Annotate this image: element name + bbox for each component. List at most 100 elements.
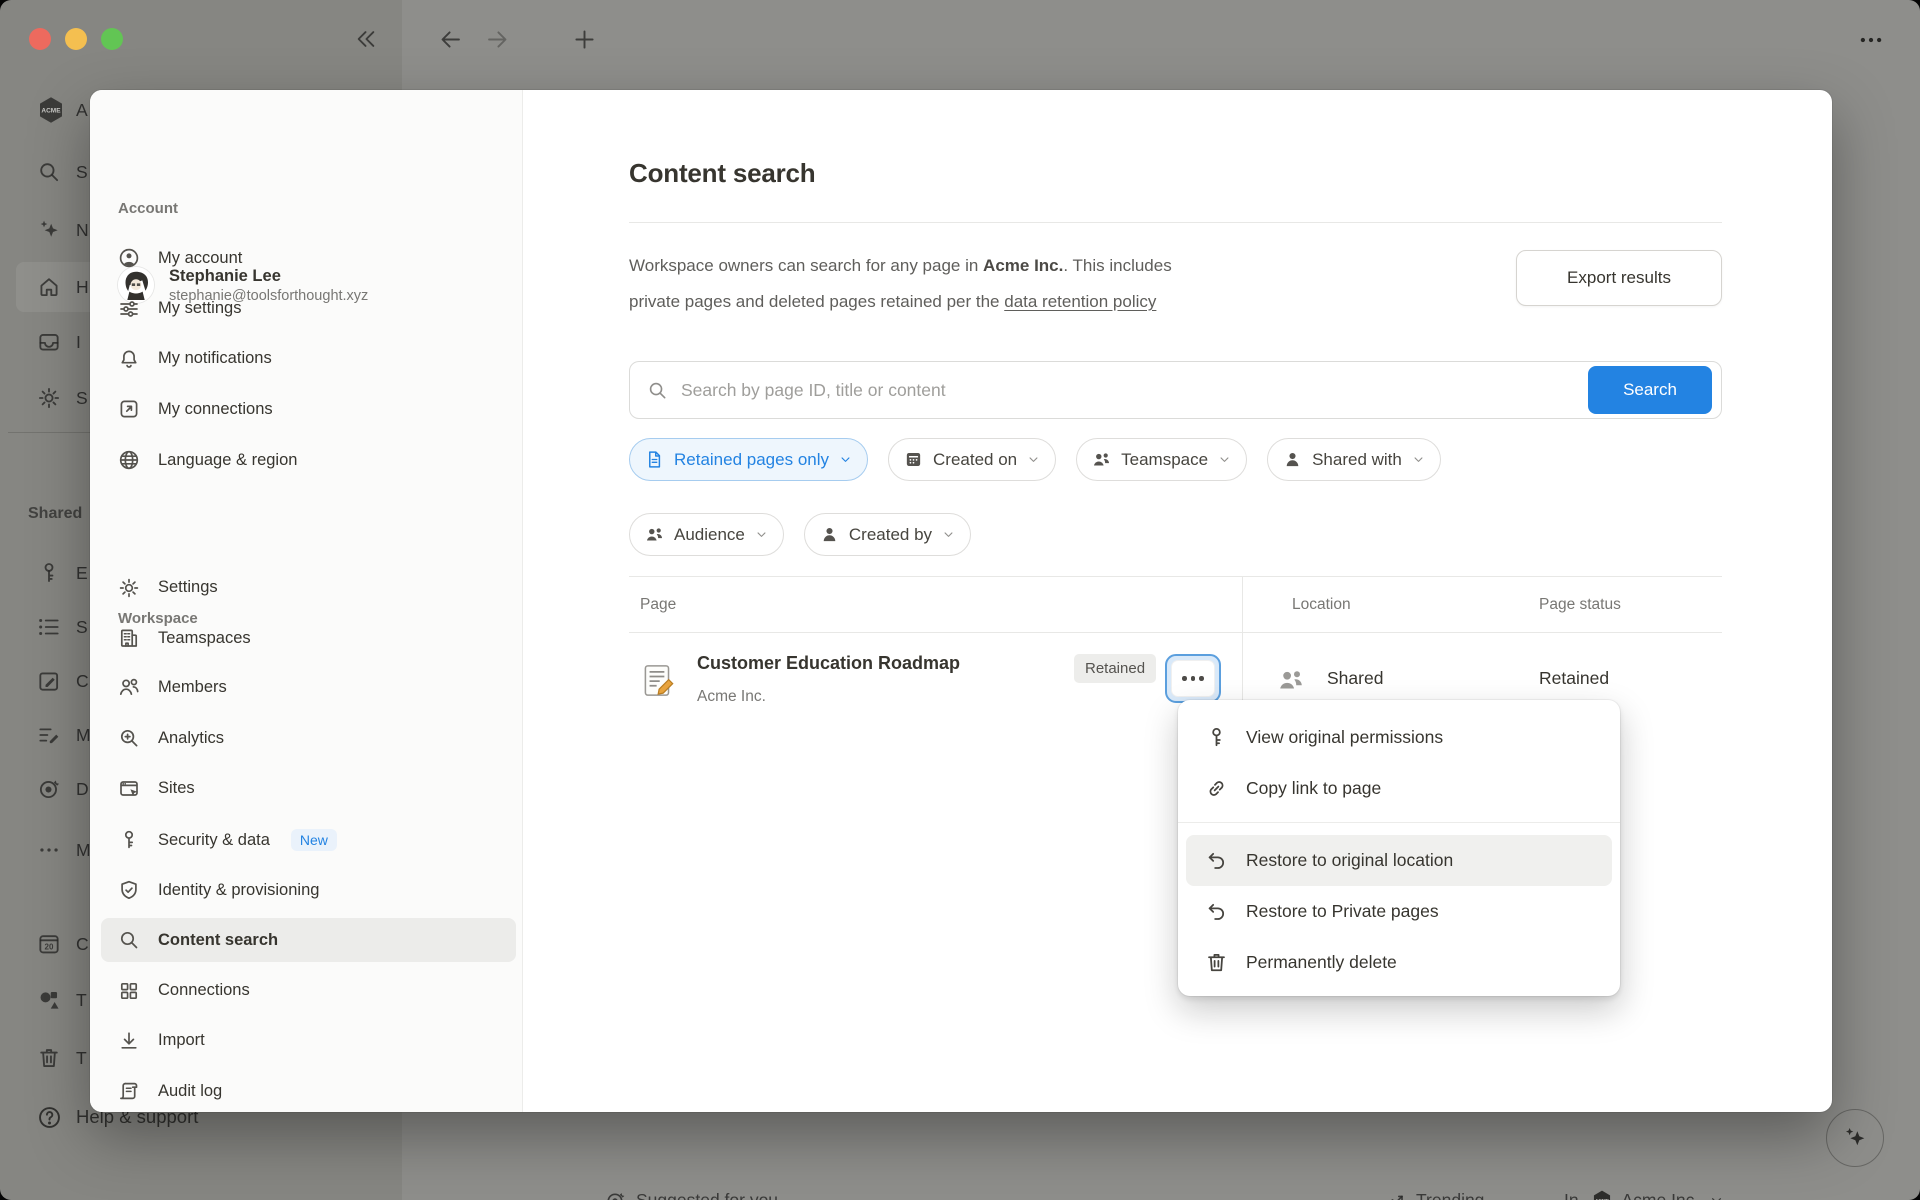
menu-item-label: Permanently delete (1246, 952, 1397, 973)
menu-item-label: Restore to original location (1246, 850, 1453, 871)
sidebar-item-connections[interactable]: Connections (101, 969, 516, 1013)
filter-chip-teamspace[interactable]: Teamspace (1076, 438, 1247, 481)
more-horizontal-icon (1856, 25, 1886, 55)
export-results-button[interactable]: Export results (1516, 250, 1722, 306)
sidebar-item-my-connections[interactable]: My connections (101, 387, 516, 431)
row-more-button[interactable] (1165, 654, 1221, 703)
grid-icon (117, 979, 141, 1003)
backdrop-notion-ai[interactable]: N (36, 214, 62, 246)
sidebar-item-identity-provisioning[interactable]: Identity & provisioning (101, 868, 516, 912)
sliders-icon (117, 297, 141, 321)
page-workspace: Acme Inc. (697, 688, 766, 706)
shield-check-icon (117, 878, 141, 902)
suggested-for-you-tab[interactable]: Suggested for you (604, 1178, 778, 1200)
back-arrow-button[interactable] (437, 26, 464, 53)
column-divider (1242, 576, 1243, 712)
dots-icon (36, 837, 62, 863)
table-header-divider (629, 632, 1722, 633)
search-icon (646, 379, 669, 402)
chevron-down-icon (1708, 1192, 1725, 1200)
trending-tab[interactable]: Trending (1384, 1178, 1484, 1200)
settings-sidebar: Account Stephanie Lee stephanie@toolsfor… (90, 90, 523, 1112)
close-window-button[interactable] (29, 28, 51, 50)
app-window: ACMEASNHISSharedESCMDM20CTTHelp & suppor… (0, 0, 1920, 1200)
backdrop-shared-page-2[interactable]: S (36, 611, 62, 643)
search-icon (117, 928, 141, 952)
gear-icon (36, 385, 62, 411)
backdrop-settings[interactable]: S (36, 382, 62, 414)
screen: ACMEASNHISSharedESCMDM20CTTHelp & suppor… (0, 0, 1920, 1200)
target-icon (604, 1189, 627, 1200)
target-icon (36, 776, 62, 802)
backdrop-trash[interactable]: T (36, 1042, 62, 1074)
menu-item-copy-link-to-page[interactable]: Copy link to page (1186, 763, 1612, 814)
menu-item-view-original-permissions[interactable]: View original permissions (1186, 712, 1612, 763)
filter-chip-audience[interactable]: Audience (629, 513, 784, 556)
sidebar-item-my-settings[interactable]: My settings (101, 287, 516, 331)
download-icon (117, 1029, 141, 1053)
retained-badge: Retained (1074, 654, 1156, 683)
search-button[interactable]: Search (1588, 366, 1712, 414)
new-badge: New (291, 829, 337, 851)
forward-arrow-button[interactable] (484, 26, 511, 53)
menu-item-restore-to-original-location[interactable]: Restore to original location (1186, 835, 1612, 886)
backdrop-workspace-logo[interactable]: ACMEA (36, 94, 66, 126)
sidebar-item-my-notifications[interactable]: My notifications (101, 337, 516, 381)
sidebar-item-label: Members (158, 678, 227, 697)
sidebar-item-security-data[interactable]: Security & dataNew (101, 818, 516, 862)
filter-chip-created-on[interactable]: Created on (888, 438, 1056, 481)
sidebar-item-analytics[interactable]: Analytics (101, 716, 516, 760)
sidebar-item-teamspaces[interactable]: Teamspaces (101, 616, 516, 660)
sidebar-item-audit-log[interactable]: Audit log (101, 1069, 516, 1112)
page-title-cell[interactable]: Customer Education Roadmap (697, 653, 960, 674)
menu-item-restore-to-private-pages[interactable]: Restore to Private pages (1186, 886, 1612, 937)
person-fill-icon (819, 524, 840, 545)
minimize-window-button[interactable] (65, 28, 87, 50)
suggested-label: Suggested for you (636, 1190, 778, 1200)
backdrop-shared-page-5[interactable]: D (36, 773, 62, 805)
ai-assistant-button[interactable] (1826, 1109, 1884, 1167)
filter-chip-label: Audience (674, 525, 745, 545)
page-memo-icon (640, 662, 677, 699)
backdrop-calendar[interactable]: 20C (36, 928, 62, 960)
title-divider (629, 222, 1722, 223)
arrow-box-icon (117, 397, 141, 421)
filter-chip-retained-pages-only[interactable]: Retained pages only (629, 438, 868, 481)
collapse-sidebar-button[interactable] (353, 26, 379, 52)
sidebar-item-language-region[interactable]: Language & region (101, 438, 516, 482)
sidebar-item-content-search[interactable]: Content search (101, 918, 516, 962)
gear-icon (117, 576, 141, 600)
trending-icon (1384, 1189, 1407, 1200)
backdrop-shared-page-3[interactable]: C (36, 665, 62, 697)
backdrop-shared-page-1[interactable]: E (36, 557, 62, 589)
filter-chip-created-by[interactable]: Created by (804, 513, 971, 556)
backdrop-shared-page-4[interactable]: M (36, 719, 62, 751)
browser-icon (117, 777, 141, 801)
backdrop-shared-page-6[interactable]: M (36, 834, 62, 866)
sidebar-item-my-account[interactable]: My account (101, 236, 516, 280)
backdrop-inbox[interactable]: I (36, 326, 62, 358)
menu-item-permanently-delete[interactable]: Permanently delete (1186, 937, 1612, 988)
sidebar-item-settings[interactable]: Settings (101, 566, 516, 610)
chevron-down-icon (1026, 452, 1041, 467)
trash-line-icon (36, 1045, 62, 1071)
data-retention-policy-link[interactable]: data retention policy (1004, 292, 1156, 311)
zoom-window-button[interactable] (101, 28, 123, 50)
sidebar-item-members[interactable]: Members (101, 665, 516, 709)
filter-chip-label: Created by (849, 525, 932, 545)
more-horizontal-button[interactable] (1856, 25, 1886, 55)
new-tab-plus-button[interactable] (571, 26, 598, 53)
filter-chip-shared-with[interactable]: Shared with (1267, 438, 1441, 481)
new-tab-plus-icon (571, 26, 598, 53)
sidebar-item-import[interactable]: Import (101, 1019, 516, 1063)
backdrop-templates[interactable]: T (36, 984, 62, 1016)
menu-item-label: View original permissions (1246, 727, 1443, 748)
sidebar-item-sites[interactable]: Sites (101, 767, 516, 811)
backdrop-home[interactable]: H (36, 271, 62, 303)
key-line-icon (36, 560, 62, 586)
workspace-switcher[interactable]: In ACMEAcme Inc. (1564, 1178, 1725, 1200)
sidebar-item-label: My connections (158, 400, 273, 419)
key-line-icon (117, 828, 141, 852)
search-input[interactable] (679, 379, 1588, 402)
backdrop-search[interactable]: S (36, 156, 62, 188)
